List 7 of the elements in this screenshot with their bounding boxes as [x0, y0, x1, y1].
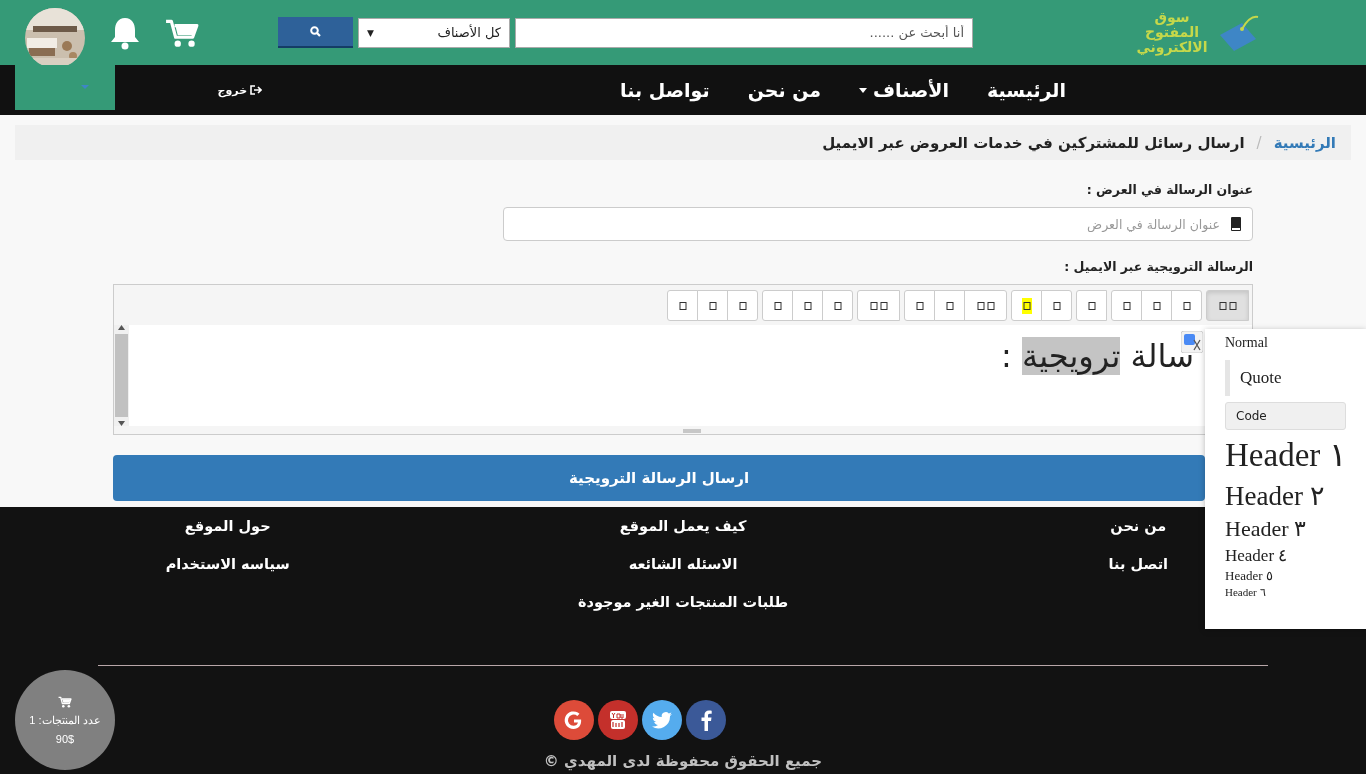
cart-count: عدد المنتجات: 1: [29, 713, 101, 727]
field-label: الرسالة الترويجية عبر الايميل :: [1063, 259, 1253, 274]
breadcrumb-separator: /: [1256, 133, 1262, 152]
copyright-text: جميع الحقوق محفوظة لدى المهدي ©: [543, 752, 823, 770]
cart-total: 90$: [55, 732, 75, 745]
page-title: ارسال رسائل للمشتركين في خدمات العروض عبر الايميل: [822, 133, 1245, 152]
field-label: عنوان الرسالة في العرض :: [1085, 182, 1253, 197]
